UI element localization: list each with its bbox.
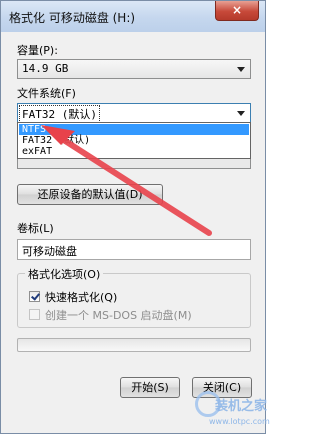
format-progress-bar: [17, 338, 251, 352]
msdos-startup-label: 创建一个 MS-DOS 启动盘(M): [45, 309, 192, 322]
restore-defaults-button[interactable]: 还原设备的默认值(D): [17, 184, 163, 205]
dropdown-option-ntfs[interactable]: NTFS: [19, 124, 249, 135]
filesystem-dropdown-list[interactable]: NTFS FAT32 (默认) exFAT: [17, 122, 251, 159]
filesystem-label: 文件系统(F): [17, 87, 76, 100]
allocation-combobox-hidden: [17, 159, 251, 169]
watermark-text: 装机之家: [215, 399, 268, 414]
volume-label-input[interactable]: 可移动磁盘: [17, 239, 251, 260]
capacity-label: 容量(P):: [17, 44, 58, 57]
title-bar[interactable]: 格式化 可移动磁盘 (H:) ×: [1, 1, 265, 32]
chevron-down-icon: [237, 111, 245, 116]
dropdown-option-fat32[interactable]: FAT32 (默认): [19, 135, 249, 146]
format-options-title: 格式化选项(O): [25, 266, 104, 282]
capacity-value: 14.9 GB: [22, 62, 69, 75]
watermark-url: www.lotpc.com: [209, 417, 270, 426]
start-button[interactable]: 开始(S): [120, 377, 180, 398]
chevron-down-icon: [237, 67, 245, 72]
capacity-combobox[interactable]: 14.9 GB: [17, 59, 251, 79]
volume-label-value: 可移动磁盘: [22, 245, 77, 258]
window-title: 格式化 可移动磁盘 (H:): [9, 11, 136, 25]
quick-format-label[interactable]: 快速格式化(Q): [45, 289, 117, 305]
close-window-button[interactable]: ×: [215, 1, 259, 21]
filesystem-value: FAT32 (默认): [19, 105, 100, 123]
watermark-logo: 装机之家 www.lotpc.com: [195, 389, 270, 435]
filesystem-combobox[interactable]: FAT32 (默认): [17, 103, 251, 123]
dropdown-option-exfat[interactable]: exFAT: [19, 146, 249, 157]
quick-format-checkbox[interactable]: [29, 291, 40, 302]
format-dialog: 格式化 可移动磁盘 (H:) × 容量(P): 14.9 GB 文件系统(F) …: [0, 0, 270, 435]
volume-label: 卷标(L): [17, 222, 54, 235]
msdos-startup-checkbox[interactable]: [29, 309, 40, 320]
